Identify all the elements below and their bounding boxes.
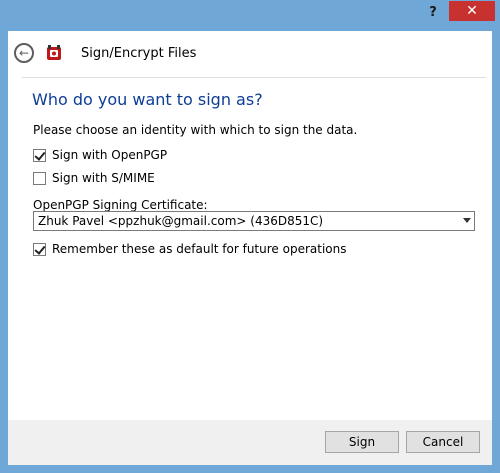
certificate-selected-value: Zhuk Pavel <ppzhuk@gmail.com> (436D851C) <box>38 214 324 228</box>
sign-smime-option[interactable]: Sign with S/MIME <box>33 171 155 185</box>
sign-openpgp-option[interactable]: Sign with OpenPGP <box>33 148 167 162</box>
wizard-header: ← Sign/Encrypt Files <box>8 31 492 77</box>
remember-default-checkbox[interactable] <box>33 242 46 256</box>
sign-openpgp-label: Sign with OpenPGP <box>52 148 168 162</box>
kleopatra-icon <box>47 45 61 60</box>
sign-openpgp-checkbox[interactable] <box>33 148 46 162</box>
chevron-down-icon[interactable] <box>463 218 471 223</box>
sign-button[interactable]: Sign <box>325 431 399 453</box>
remember-default-label: Remember these as default for future ope… <box>52 242 347 256</box>
cancel-button[interactable]: Cancel <box>406 431 480 453</box>
instruction-text: Please choose an identity with which to … <box>33 123 358 137</box>
remember-default-option[interactable]: Remember these as default for future ope… <box>33 242 346 256</box>
button-bar: Sign Cancel <box>8 420 492 465</box>
content-panel: Who do you want to sign as? Please choos… <box>8 77 492 420</box>
arrow-left-icon: ← <box>18 46 30 60</box>
sign-smime-label: Sign with S/MIME <box>52 171 155 185</box>
certificate-select[interactable]: Zhuk Pavel <ppzhuk@gmail.com> (436D851C) <box>33 211 475 231</box>
page-heading: Who do you want to sign as? <box>32 90 263 109</box>
wizard-title: Sign/Encrypt Files <box>81 46 197 61</box>
close-button[interactable]: ✕ <box>449 1 495 21</box>
back-button[interactable]: ← <box>14 43 34 63</box>
certificate-label: OpenPGP Signing Certificate: <box>33 198 208 212</box>
title-bar: ? ✕ <box>0 0 500 30</box>
help-button[interactable]: ? <box>423 5 443 21</box>
sign-smime-checkbox[interactable] <box>33 171 46 185</box>
dialog-window: ? ✕ ← Sign/Encrypt Files Who do you want… <box>0 0 500 473</box>
